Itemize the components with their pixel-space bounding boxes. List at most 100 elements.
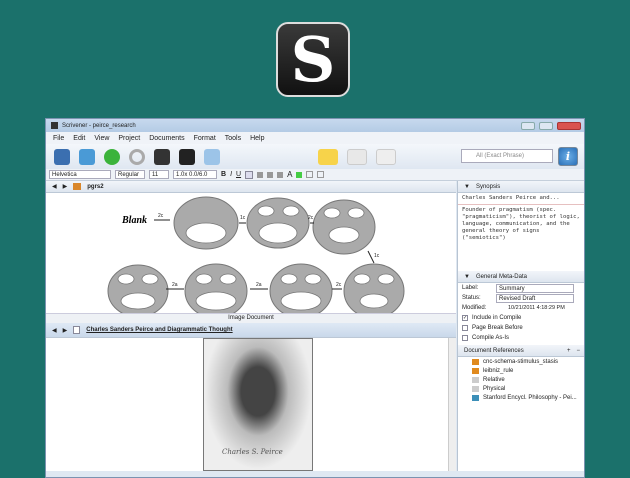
app-icon — [51, 122, 58, 129]
ref-icon — [472, 385, 479, 392]
ref-icon — [472, 367, 479, 374]
arrow-label: 2c — [308, 215, 314, 221]
top-editor-header: ◀ ▶ pgrs2 — [46, 181, 456, 193]
check-label: Compile As-Is — [472, 335, 510, 341]
synopsis-text[interactable]: Founder of pragmatism (spec. "pragmatici… — [458, 205, 584, 271]
close-button[interactable] — [557, 121, 581, 130]
image-document-footer: Image Document — [46, 313, 456, 323]
bottom-doc-title: Charles Sanders Peirce and Diagrammatic … — [86, 327, 233, 333]
format-bar: Helvetica Regular 11 1.0x 0.0/6.0 B I U … — [46, 169, 584, 181]
forward-icon[interactable]: ▶ — [63, 183, 68, 190]
menu-edit[interactable]: Edit — [73, 135, 85, 142]
editor-pane: ◀ ▶ pgrs2 Blank 2c 1c 2c 1c 2c 2a 2a Ima… — [46, 181, 456, 471]
ref-item[interactable]: Stanford Encycl. Philosophy - Pei... — [458, 393, 584, 402]
remove-ref-button[interactable]: − — [576, 348, 580, 354]
search-input[interactable]: All (Exact Phrase) — [461, 149, 553, 163]
forward-icon[interactable]: ▶ — [63, 327, 68, 334]
scrivener-logo: S — [276, 22, 350, 97]
title-bar: Scrivener - peirce_research — [46, 119, 584, 132]
diagram-image: Blank 2c 1c 2c 1c 2c 2a 2a — [106, 193, 405, 319]
text-color-icon[interactable]: A — [287, 170, 292, 179]
ref-item[interactable]: Physical — [458, 384, 584, 393]
fullscreen-icon[interactable] — [179, 148, 195, 165]
meta-title: General Meta-Data — [475, 273, 527, 280]
menu-format[interactable]: Format — [194, 135, 216, 142]
italic-button[interactable]: I — [230, 171, 232, 178]
menu-view[interactable]: View — [94, 135, 109, 142]
blank-label: Blank — [121, 215, 147, 226]
check-label: Page Break Before — [472, 325, 523, 331]
top-doc-title: pgrs2 — [87, 183, 104, 190]
arrow-label: 2c — [158, 213, 164, 219]
synopsis-header: ▼ Synopsis — [458, 181, 584, 193]
label-select[interactable]: Summary — [496, 283, 574, 293]
ref-icon — [472, 394, 479, 401]
arrow-label: 2a — [172, 282, 178, 288]
ref-item[interactable]: Relative — [458, 375, 584, 384]
view-outline-button[interactable] — [376, 148, 396, 165]
ref-label: cnc-schema-stimulus_stasis — [483, 358, 559, 365]
align-left-icon[interactable] — [245, 170, 254, 179]
back-icon[interactable]: ◀ — [52, 183, 57, 190]
view-corkboard-button[interactable] — [347, 148, 367, 165]
table-icon[interactable] — [306, 171, 314, 178]
view-document-button[interactable] — [318, 148, 338, 165]
align-center-icon[interactable] — [257, 171, 264, 178]
synopsis-title-field[interactable]: Charles Sanders Peirce and... — [458, 193, 584, 205]
style-select[interactable]: Regular — [115, 170, 145, 179]
arrow-label: 2c — [336, 282, 342, 288]
inspector-pane: ▼ Synopsis Charles Sanders Peirce and... … — [457, 181, 584, 471]
ref-label: Physical — [483, 385, 506, 392]
info-button[interactable]: i — [558, 147, 578, 166]
portrait-image: Charles S. Peirce — [203, 338, 313, 471]
size-select[interactable]: 11 — [149, 170, 169, 179]
menu-documents[interactable]: Documents — [149, 135, 184, 142]
minimize-button[interactable] — [521, 121, 535, 130]
font-select[interactable]: Helvetica — [49, 170, 111, 179]
menu-tools[interactable]: Tools — [225, 135, 241, 142]
refs-header: Document References + − — [458, 345, 584, 357]
arrow-label: 2a — [256, 282, 262, 288]
add-icon[interactable] — [104, 148, 120, 165]
align-right-icon[interactable] — [267, 171, 274, 178]
menu-help[interactable]: Help — [250, 135, 264, 142]
editor-scrollbar[interactable] — [448, 338, 456, 471]
delete-icon[interactable] — [129, 148, 145, 165]
inspector-pen-icon[interactable] — [204, 148, 220, 165]
maximize-button[interactable] — [539, 121, 553, 130]
refs-title: Document References — [464, 347, 524, 354]
bold-button[interactable]: B — [221, 171, 226, 178]
underline-button[interactable]: U — [236, 171, 241, 178]
ref-item[interactable]: leibniz_rule — [458, 366, 584, 375]
status-label: Status: — [462, 295, 481, 301]
menu-file[interactable]: File — [53, 135, 64, 142]
image-doc-icon — [73, 183, 82, 190]
inbox-icon[interactable] — [79, 148, 95, 165]
ref-icon — [472, 358, 479, 365]
include-compile-checkbox[interactable]: ✓ — [462, 315, 468, 321]
compile-as-is-checkbox[interactable] — [462, 335, 468, 341]
ref-label: Stanford Encycl. Philosophy - Pei... — [483, 394, 577, 401]
add-ref-button[interactable]: + — [567, 348, 571, 354]
back-icon[interactable]: ◀ — [52, 327, 57, 334]
meta-header: ▼ General Meta-Data — [458, 271, 584, 283]
modified-label: Modified: — [462, 305, 487, 311]
highlight-icon[interactable] — [296, 171, 303, 178]
key-icon[interactable] — [154, 148, 170, 165]
list-icon[interactable] — [317, 171, 325, 178]
spacing-select[interactable]: 1.0x 0.0/6.0 — [173, 170, 217, 179]
ref-label: Relative — [483, 376, 505, 383]
page-break-checkbox[interactable] — [462, 325, 468, 331]
app-window: Scrivener - peirce_research File Edit Vi… — [45, 118, 585, 478]
status-select[interactable]: Revised Draft — [496, 293, 574, 303]
synopsis-title-label: Synopsis — [475, 183, 501, 190]
ref-item[interactable]: cnc-schema-stimulus_stasis — [458, 357, 584, 366]
check-label: Include in Compile — [472, 315, 522, 321]
binder-icon[interactable] — [54, 148, 70, 165]
toolbar: All (Exact Phrase) i — [46, 144, 584, 169]
justify-icon[interactable] — [277, 171, 284, 178]
image-area: Blank 2c 1c 2c 1c 2c 2a 2a — [46, 193, 456, 319]
ref-label: leibniz_rule — [483, 367, 514, 374]
ref-icon — [472, 376, 479, 383]
menu-project[interactable]: Project — [118, 135, 140, 142]
